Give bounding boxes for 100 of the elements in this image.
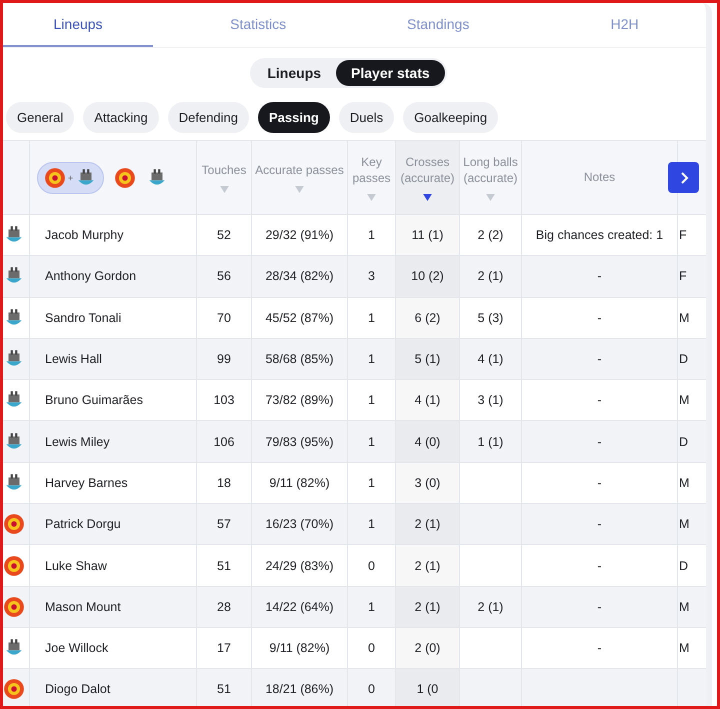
next-button[interactable] (668, 162, 699, 193)
table-cell: D (678, 558, 688, 573)
table-cell: - (597, 558, 602, 573)
category-chip[interactable]: General (6, 102, 74, 133)
table-cell: 70 (217, 310, 231, 325)
table-cell: 3 (368, 269, 375, 284)
player-name[interactable]: Harvey Barnes (45, 476, 128, 490)
table-cell: 1 (1) (478, 434, 504, 449)
table-cell: - (597, 352, 602, 366)
team-crest-icon (44, 166, 66, 188)
table-cell: 5 (3) (478, 310, 504, 325)
table-cell: 52 (217, 228, 231, 242)
team-crest-icon (3, 678, 25, 700)
tab[interactable]: Lineups (3, 3, 154, 47)
team-filter-button[interactable] (114, 166, 136, 188)
table-cell: 14/22 (64%) (265, 600, 334, 614)
table-cell: 103 (214, 393, 234, 408)
player-name[interactable]: Anthony Gordon (45, 269, 136, 284)
table-cell: M (678, 393, 690, 408)
table-cell: 51 (217, 682, 231, 696)
toggle-option[interactable]: Lineups (252, 60, 336, 86)
table-cell: Big chances created: 1 (536, 228, 664, 242)
table-cell: 2 (1) (414, 558, 440, 573)
table-cell: 106 (214, 434, 234, 449)
table-cell: 45/52 (87%) (265, 310, 334, 325)
toggle-option[interactable]: Player stats (336, 60, 445, 86)
category-chip[interactable]: Passing (258, 102, 330, 133)
table-cell: 16/23 (70%) (265, 517, 334, 532)
table-cell: 3 (1) (478, 393, 504, 408)
sort-icon[interactable] (423, 194, 432, 202)
table-cell: 18 (217, 476, 231, 490)
player-name[interactable]: Diogo Dalot (45, 682, 110, 696)
table-cell: 1 (368, 352, 375, 366)
table-cell: 58/68 (85%) (265, 352, 334, 366)
player-name[interactable]: Joe Willock (45, 641, 108, 656)
table-cell: 10 (2) (411, 269, 444, 284)
table-cell: 73/82 (89%) (265, 393, 334, 408)
table-cell: 1 (368, 476, 375, 490)
player-name[interactable]: Patrick Dorgu (45, 517, 121, 532)
player-name[interactable]: Lewis Hall (45, 352, 102, 366)
table-cell: 57 (217, 517, 231, 532)
table-cell: 51 (217, 558, 231, 573)
table-cell: F (678, 269, 687, 284)
table-cell: 2 (2) (478, 228, 504, 242)
table-cell: M (678, 641, 690, 656)
team-crest-icon (3, 596, 25, 618)
table-cell: 28/34 (82%) (265, 269, 334, 284)
table-cell: 1 (368, 600, 375, 614)
table-cell: F (678, 228, 687, 242)
table-cell: 28 (217, 600, 231, 614)
table-cell: 24/29 (83%) (265, 558, 334, 573)
table-cell: 79/83 (95%) (265, 434, 334, 449)
table-cell: 9/11 (82%) (269, 476, 330, 490)
player-name[interactable]: Bruno Guimarães (45, 393, 143, 408)
team-crest-icon (3, 554, 25, 577)
table-cell: 2 (1) (478, 600, 504, 614)
table-cell: - (597, 310, 602, 325)
table-cell: 56 (217, 269, 231, 284)
team-crest-icon (3, 513, 25, 536)
table-cell: 4 (1) (478, 352, 504, 366)
table-cell: 17 (217, 641, 231, 656)
table-cell: 0 (368, 641, 375, 656)
table-cell: M (678, 600, 690, 614)
player-name[interactable]: Jacob Murphy (45, 228, 124, 242)
table-cell: 4 (0) (414, 434, 440, 449)
table-cell: - (597, 517, 602, 532)
table-cell: 6 (2) (414, 310, 440, 325)
table-cell: 4 (1) (414, 393, 440, 408)
table-cell: 1 (368, 228, 375, 242)
table-cell: 2 (1) (414, 517, 440, 532)
table-cell: 3 (0) (414, 476, 440, 490)
table-cell: 2 (1) (414, 600, 440, 614)
table-cell: 2 (0) (414, 641, 440, 656)
table-cell: 99 (217, 352, 231, 366)
player-name[interactable]: Sandro Tonali (45, 310, 122, 325)
table-cell: 0 (368, 558, 375, 573)
table-cell: 5 (1) (414, 352, 440, 366)
category-chip[interactable]: Attacking (83, 102, 159, 133)
player-name[interactable]: Mason Mount (45, 600, 121, 614)
table-cell: 29/32 (91%) (265, 228, 334, 242)
table-cell: - (597, 641, 602, 656)
player-name[interactable]: Luke Shaw (45, 558, 107, 573)
team-filter-button[interactable]: + (37, 162, 104, 194)
table-cell: 1 (368, 393, 375, 408)
table-cell: - (597, 393, 602, 408)
plus-sign: + (68, 172, 74, 182)
player-name[interactable]: Lewis Miley (45, 434, 110, 449)
category-chip[interactable]: Defending (168, 102, 250, 133)
table-cell: D (678, 434, 688, 449)
team-crest-icon (114, 166, 136, 188)
category-chip[interactable]: Duels (338, 102, 394, 133)
table-cell: 9/11 (82%) (269, 641, 330, 656)
table-cell: - (597, 269, 602, 284)
table-cell: 0 (368, 682, 375, 696)
table-cell: 1 (0 (416, 682, 438, 696)
chevron-right-icon (678, 170, 688, 184)
category-chip[interactable]: Goalkeeping (403, 102, 498, 133)
table-cell: M (678, 517, 690, 532)
table-cell: D (678, 352, 688, 366)
table-cell: M (678, 310, 690, 325)
